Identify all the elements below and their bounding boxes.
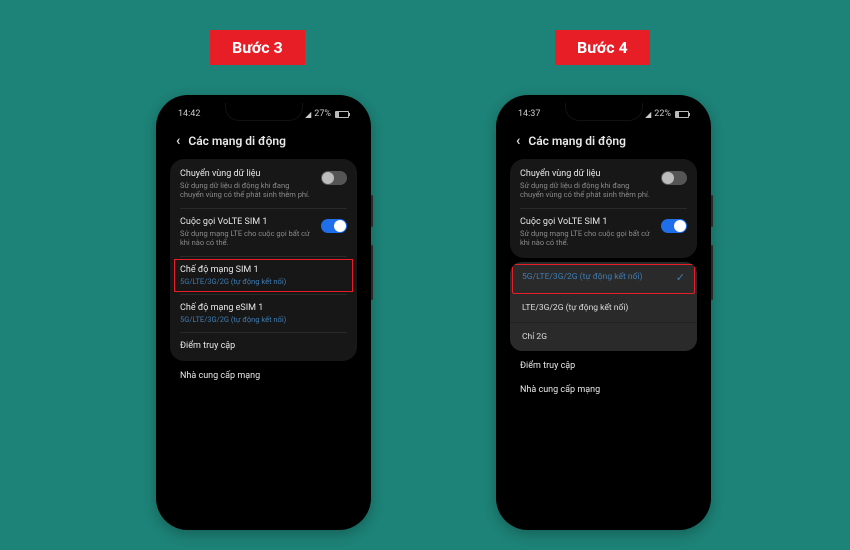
status-time: 14:42: [178, 109, 200, 119]
row-apn[interactable]: Điểm truy cập: [170, 333, 357, 359]
back-icon[interactable]: ‹: [176, 133, 180, 149]
page-title-bar[interactable]: ‹ Các mạng di động: [164, 125, 363, 159]
netmode-esim-sub: 5G/LTE/3G/2G (tự động kết nối): [180, 315, 347, 324]
volte-title: Cuộc gọi VoLTE SIM 1: [180, 217, 313, 227]
volte-toggle[interactable]: [321, 219, 347, 233]
row-data-roaming[interactable]: Chuyển vùng dữ liệu Sử dụng dữ liệu di đ…: [510, 161, 697, 208]
phone-notch: [225, 103, 303, 121]
option-label: LTE/3G/2G (tự động kết nối): [522, 303, 628, 313]
check-icon: ✓: [676, 271, 685, 284]
volte-title: Cuộc gọi VoLTE SIM 1: [520, 217, 653, 227]
row-volte[interactable]: Cuộc gọi VoLTE SIM 1 Sử dụng mạng LTE ch…: [510, 209, 697, 256]
back-icon[interactable]: ‹: [516, 133, 520, 149]
netmode-sim1-title: Chế độ mạng SIM 1: [180, 265, 347, 275]
apn-title: Điểm truy cập: [180, 341, 347, 351]
volte-desc: Sử dụng mạng LTE cho cuộc gọi bất cứ khi…: [520, 229, 653, 248]
phone-step-3: 14:42 ◢ 27% ‹ Các mạng di động Chuyển vù…: [156, 95, 371, 530]
page-title: Các mạng di động: [528, 134, 626, 148]
netmode-esim-title: Chế độ mạng eSIM 1: [180, 303, 347, 313]
status-time: 14:37: [518, 109, 540, 119]
row-data-roaming[interactable]: Chuyển vùng dữ liệu Sử dụng dữ liệu di đ…: [170, 161, 357, 208]
row-network-mode-esim[interactable]: Chế độ mạng eSIM 1 5G/LTE/3G/2G (tự động…: [170, 295, 357, 332]
battery-icon: [335, 111, 349, 118]
row-network-operators[interactable]: Nhà cung cấp mạng: [164, 361, 363, 391]
network-mode-popup: 5G/LTE/3G/2G (tự động kết nối) ✓ LTE/3G/…: [510, 262, 697, 351]
volte-desc: Sử dụng mạng LTE cho cuộc gọi bất cứ khi…: [180, 229, 313, 248]
page-title-bar[interactable]: ‹ Các mạng di động: [504, 125, 703, 159]
option-2g[interactable]: Chỉ 2G: [510, 322, 697, 351]
roaming-desc: Sử dụng dữ liệu di động khi đang chuyển …: [180, 181, 313, 200]
phone-step-4: 14:37 ◢ 22% ‹ Các mạng di động Chuyển vù…: [496, 95, 711, 530]
signal-icon: ◢: [645, 110, 650, 119]
page-title: Các mạng di động: [188, 134, 286, 148]
battery-percent: 22%: [654, 109, 671, 119]
row-network-mode-sim1[interactable]: Chế độ mạng SIM 1 5G/LTE/3G/2G (tự động …: [170, 257, 357, 294]
signal-icon: ◢: [305, 110, 310, 119]
step-label-3: Bước 3: [210, 30, 305, 65]
option-5g[interactable]: 5G/LTE/3G/2G (tự động kết nối) ✓: [510, 262, 697, 293]
roaming-desc: Sử dụng dữ liệu di động khi đang chuyển …: [520, 181, 653, 200]
roaming-title: Chuyển vùng dữ liệu: [520, 169, 653, 179]
phone-notch: [565, 103, 643, 121]
row-network-operators[interactable]: Nhà cung cấp mạng: [504, 381, 703, 405]
roaming-toggle[interactable]: [321, 171, 347, 185]
option-label: Chỉ 2G: [522, 332, 547, 342]
row-volte[interactable]: Cuộc gọi VoLTE SIM 1 Sử dụng mạng LTE ch…: [170, 209, 357, 256]
settings-panel: Chuyển vùng dữ liệu Sử dụng dữ liệu di đ…: [510, 159, 697, 258]
battery-icon: [675, 111, 689, 118]
option-label: 5G/LTE/3G/2G (tự động kết nối): [522, 272, 642, 282]
battery-percent: 27%: [314, 109, 331, 119]
roaming-title: Chuyển vùng dữ liệu: [180, 169, 313, 179]
netmode-sim1-sub: 5G/LTE/3G/2G (tự động kết nối): [180, 277, 347, 286]
volte-toggle[interactable]: [661, 219, 687, 233]
option-lte[interactable]: LTE/3G/2G (tự động kết nối): [510, 293, 697, 322]
step-label-4: Bước 4: [555, 30, 650, 65]
roaming-toggle[interactable]: [661, 171, 687, 185]
row-apn[interactable]: Điểm truy cập: [504, 351, 703, 381]
settings-panel: Chuyển vùng dữ liệu Sử dụng dữ liệu di đ…: [170, 159, 357, 361]
